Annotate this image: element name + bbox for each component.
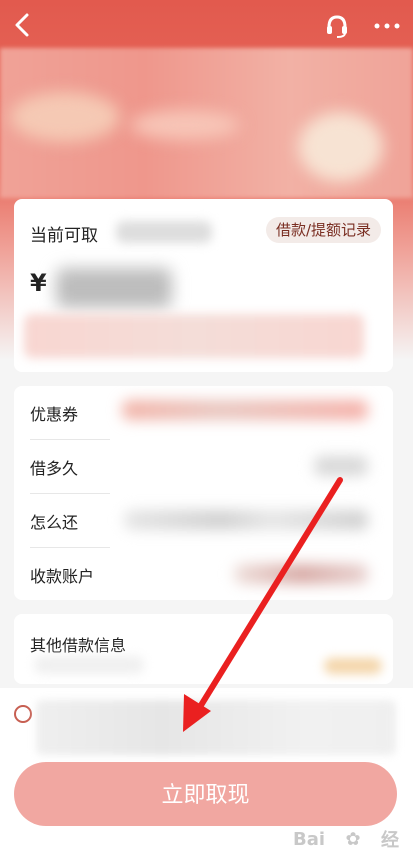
detail-label: 优惠券 (30, 405, 79, 424)
detail-label: 借多久 (30, 459, 79, 478)
detail-row-repayment[interactable]: 怎么还 (14, 494, 393, 548)
detail-value-redacted (234, 564, 368, 584)
detail-label: 收款账户 (30, 567, 95, 586)
loan-detail-card: 优惠券 借多久 怎么还 收款账户 (14, 386, 393, 600)
paw-icon: ✿ (345, 828, 361, 850)
amount-redacted (56, 268, 172, 308)
detail-row-account[interactable]: 收款账户 (14, 548, 393, 600)
agreement-text-redacted (36, 700, 396, 755)
banner-blur-middle (130, 110, 240, 140)
detail-row-coupon[interactable]: 优惠券 (14, 386, 393, 440)
more-icon[interactable] (372, 16, 402, 36)
available-amount-title: 当前可取 (30, 226, 98, 246)
banner-blur-left (10, 92, 120, 142)
available-amount-card: 当前可取 借款/提额记录 ¥ (14, 199, 393, 372)
banner-blur-right (298, 112, 383, 182)
other-info-redacted-left (34, 656, 144, 674)
title-redacted (116, 221, 212, 243)
other-info-redacted-right (324, 658, 382, 674)
headset-icon[interactable] (324, 13, 350, 39)
watermark-mark: 经 (380, 830, 399, 851)
other-loan-info-card[interactable]: 其他借款信息 (14, 614, 393, 684)
back-icon[interactable] (10, 12, 34, 38)
detail-label: 怎么还 (30, 513, 79, 532)
option-row-redacted (24, 314, 364, 358)
withdraw-now-button[interactable]: 立即取现 (14, 762, 397, 826)
detail-row-term[interactable]: 借多久 (14, 440, 393, 494)
top-navigation (0, 0, 413, 50)
other-loan-info-title: 其他借款信息 (30, 636, 127, 655)
currency-symbol: ¥ (30, 269, 47, 297)
watermark-mark: Bai (293, 828, 326, 850)
agreement-radio[interactable] (14, 705, 32, 723)
detail-value-redacted (122, 400, 368, 420)
detail-value-redacted (124, 510, 368, 530)
detail-value-redacted (314, 456, 368, 476)
watermark-logo: Bai ✿ 经 (293, 827, 399, 852)
loan-history-button[interactable]: 借款/提额记录 (265, 217, 381, 243)
